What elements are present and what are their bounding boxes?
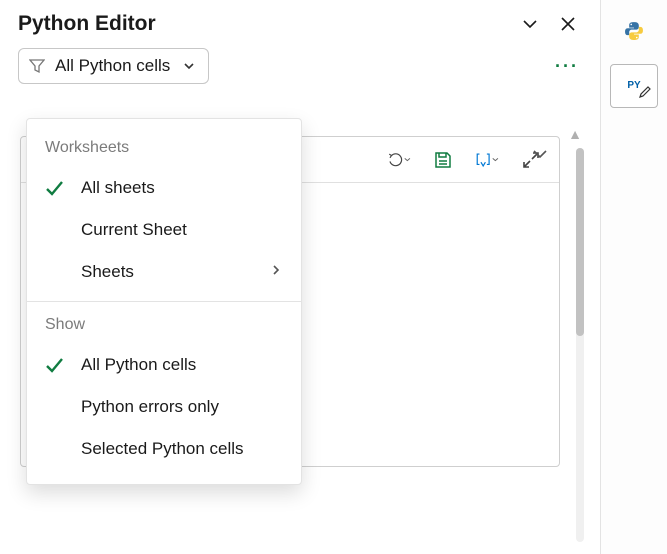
filter-dropdown-menu: Worksheets All sheets Current Sheet Shee… xyxy=(26,118,302,485)
filter-icon xyxy=(29,58,45,74)
ellipsis-icon: ··· xyxy=(555,56,579,77)
chevron-right-icon xyxy=(269,262,283,282)
output-type-button[interactable] xyxy=(475,148,499,172)
check-icon xyxy=(41,177,67,199)
dropdown-section-show: Show xyxy=(27,310,301,344)
dropdown-item-label: All sheets xyxy=(81,178,155,198)
rail-python-editor-link[interactable]: PY xyxy=(610,64,658,108)
dropdown-item-all-sheets[interactable]: All sheets xyxy=(27,167,301,209)
filter-label: All Python cells xyxy=(55,56,170,76)
close-icon xyxy=(559,15,577,33)
filter-dropdown-button[interactable]: All Python cells xyxy=(18,48,209,84)
dropdown-item-selected-python-cells[interactable]: Selected Python cells xyxy=(27,428,301,470)
more-options-button[interactable]: ··· xyxy=(552,51,582,81)
check-icon xyxy=(41,354,67,376)
chevron-down-icon xyxy=(520,14,540,34)
save-icon xyxy=(433,150,453,170)
panel-collapse-button[interactable] xyxy=(528,142,552,166)
dropdown-item-all-python-cells[interactable]: All Python cells xyxy=(27,344,301,386)
dropdown-item-label: Sheets xyxy=(81,262,134,282)
chevron-down-icon xyxy=(182,59,196,73)
close-button[interactable] xyxy=(554,10,582,38)
dropdown-item-label: Current Sheet xyxy=(81,220,187,240)
dropdown-section-worksheets: Worksheets xyxy=(27,133,301,167)
dropdown-item-label: Selected Python cells xyxy=(81,439,244,459)
collapse-button[interactable] xyxy=(516,10,544,38)
dropdown-item-python-errors-only[interactable]: Python errors only xyxy=(27,386,301,428)
pencil-icon xyxy=(638,85,652,103)
scroll-up-arrow[interactable]: ▲ xyxy=(568,126,582,142)
rail-python-link[interactable] xyxy=(612,12,656,50)
undo-icon xyxy=(387,149,403,171)
dropdown-item-label: All Python cells xyxy=(81,355,196,375)
dropdown-divider xyxy=(27,301,301,302)
undo-button[interactable] xyxy=(387,148,411,172)
chevron-down-icon xyxy=(404,155,411,164)
pane-header: Python Editor xyxy=(0,0,600,46)
pane-title: Python Editor xyxy=(18,12,506,36)
dropdown-item-label: Python errors only xyxy=(81,397,219,417)
scrollbar-thumb[interactable] xyxy=(576,148,584,336)
filter-row: All Python cells ··· xyxy=(0,46,600,94)
chevron-down-icon xyxy=(530,144,550,164)
dropdown-item-current-sheet[interactable]: Current Sheet xyxy=(27,209,301,251)
dropdown-item-sheets[interactable]: Sheets xyxy=(27,251,301,293)
right-rail: PY xyxy=(600,0,667,554)
save-button[interactable] xyxy=(431,148,455,172)
python-logo-icon xyxy=(623,20,645,42)
chevron-down-icon xyxy=(492,155,499,164)
output-brackets-icon xyxy=(475,150,491,170)
